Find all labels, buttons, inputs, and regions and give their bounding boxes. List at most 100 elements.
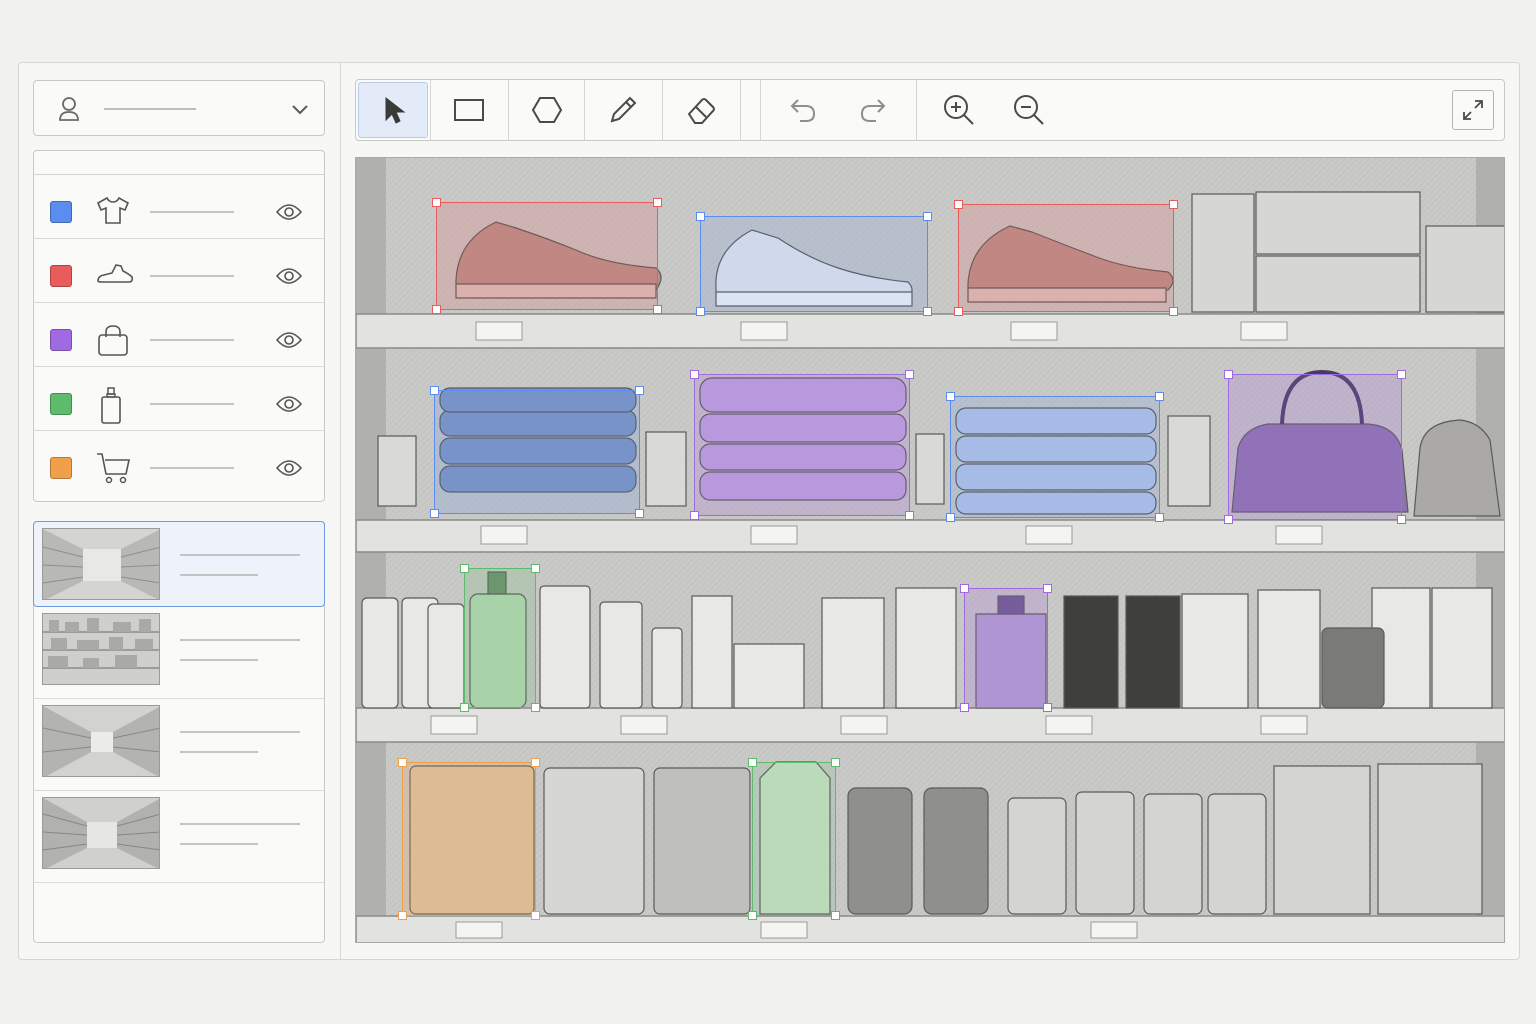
visibility-eye-icon[interactable] <box>275 330 303 355</box>
expand-icon <box>1463 100 1483 120</box>
resize-handle[interactable] <box>923 212 932 221</box>
bbox-cosmetics-2[interactable] <box>748 758 840 920</box>
thumbnail-subtitle-placeholder <box>180 843 258 845</box>
resize-handle[interactable] <box>831 758 840 767</box>
resize-handle[interactable] <box>748 911 757 920</box>
resize-handle[interactable] <box>960 584 969 593</box>
pencil-tool[interactable] <box>586 82 660 138</box>
resize-handle[interactable] <box>690 511 699 520</box>
bag-icon <box>96 323 130 362</box>
resize-handle[interactable] <box>690 370 699 379</box>
resize-handle[interactable] <box>696 212 705 221</box>
color-swatch-clothing[interactable] <box>50 201 72 223</box>
toolbar-divider <box>584 80 585 140</box>
resize-handle[interactable] <box>923 307 932 316</box>
resize-handle[interactable] <box>905 511 914 520</box>
color-swatch-grocery[interactable] <box>50 457 72 479</box>
label-name-placeholder <box>150 275 234 277</box>
resize-handle[interactable] <box>1169 200 1178 209</box>
resize-handle[interactable] <box>960 703 969 712</box>
visibility-eye-icon[interactable] <box>275 394 303 419</box>
bbox-grocery-1[interactable] <box>398 758 540 920</box>
bbox-bags-3[interactable] <box>960 584 1052 712</box>
resize-handle[interactable] <box>1397 515 1406 524</box>
fullscreen-button[interactable] <box>1452 90 1494 130</box>
visibility-eye-icon[interactable] <box>275 458 303 483</box>
resize-handle[interactable] <box>430 509 439 518</box>
bbox-cosmetics-1[interactable] <box>460 564 540 712</box>
bbox-bags-1[interactable] <box>690 370 914 520</box>
resize-handle[interactable] <box>1155 513 1164 522</box>
annotation-canvas[interactable] <box>355 157 1505 943</box>
cursor-arrow-icon <box>385 96 406 124</box>
toolbar-divider <box>662 80 663 140</box>
color-swatch-shoes[interactable] <box>50 265 72 287</box>
eraser-tool[interactable] <box>664 82 740 138</box>
label-classes-panel <box>33 150 325 502</box>
zoom-out-icon <box>1014 95 1044 125</box>
resize-handle[interactable] <box>1043 584 1052 593</box>
bbox-clothing-3[interactable] <box>946 392 1164 522</box>
visibility-eye-icon[interactable] <box>275 266 303 291</box>
resize-handle[interactable] <box>954 307 963 316</box>
bbox-bags-2[interactable] <box>1224 370 1406 524</box>
rectangle-tool[interactable] <box>432 82 506 138</box>
thumbnail-item-4[interactable] <box>34 791 324 883</box>
redo-button[interactable] <box>840 82 906 138</box>
resize-handle[interactable] <box>946 513 955 522</box>
visibility-eye-icon[interactable] <box>275 202 303 227</box>
bbox-shoes-1[interactable] <box>432 198 662 314</box>
resize-handle[interactable] <box>696 307 705 316</box>
thumbnail-item-2[interactable] <box>34 607 324 699</box>
resize-handle[interactable] <box>531 911 540 920</box>
resize-handle[interactable] <box>531 564 540 573</box>
undo-button[interactable] <box>770 82 836 138</box>
resize-handle[interactable] <box>531 703 540 712</box>
resize-handle[interactable] <box>1043 703 1052 712</box>
resize-handle[interactable] <box>635 386 644 395</box>
resize-handle[interactable] <box>531 758 540 767</box>
label-row-grocery[interactable] <box>34 431 324 495</box>
resize-handle[interactable] <box>398 758 407 767</box>
color-swatch-cosmetics[interactable] <box>50 393 72 415</box>
tshirt-icon <box>96 195 130 230</box>
image-thumbnail-list <box>33 521 325 943</box>
user-select-dropdown[interactable] <box>33 80 325 136</box>
resize-handle[interactable] <box>653 198 662 207</box>
label-row-bags[interactable] <box>34 303 324 367</box>
toolbar-divider <box>916 80 917 140</box>
label-row-clothing[interactable] <box>34 175 324 239</box>
resize-handle[interactable] <box>831 911 840 920</box>
polygon-tool[interactable] <box>510 82 584 138</box>
resize-handle[interactable] <box>748 758 757 767</box>
resize-handle[interactable] <box>946 392 955 401</box>
resize-handle[interactable] <box>460 703 469 712</box>
resize-handle[interactable] <box>432 305 441 314</box>
resize-handle[interactable] <box>432 198 441 207</box>
thumbnail-item-3[interactable] <box>34 699 324 791</box>
resize-handle[interactable] <box>460 564 469 573</box>
resize-handle[interactable] <box>1397 370 1406 379</box>
bbox-shoes-2[interactable] <box>954 200 1178 316</box>
label-row-cosmetics[interactable] <box>34 367 324 431</box>
resize-handle[interactable] <box>653 305 662 314</box>
zoom-out-button[interactable] <box>996 82 1062 138</box>
color-swatch-bags[interactable] <box>50 329 72 351</box>
resize-handle[interactable] <box>954 200 963 209</box>
thumbnail-item-1[interactable] <box>33 521 325 607</box>
bbox-clothing-2[interactable] <box>430 386 644 518</box>
bbox-clothing-1[interactable] <box>696 212 932 316</box>
select-tool[interactable] <box>358 82 428 138</box>
resize-handle[interactable] <box>905 370 914 379</box>
resize-handle[interactable] <box>1155 392 1164 401</box>
zoom-in-button[interactable] <box>926 82 992 138</box>
label-row-shoes[interactable] <box>34 239 324 303</box>
resize-handle[interactable] <box>1224 370 1233 379</box>
resize-handle[interactable] <box>398 911 407 920</box>
resize-handle[interactable] <box>430 386 439 395</box>
chevron-down-icon[interactable] <box>290 99 310 124</box>
resize-handle[interactable] <box>635 509 644 518</box>
redo-icon <box>860 99 886 122</box>
resize-handle[interactable] <box>1169 307 1178 316</box>
resize-handle[interactable] <box>1224 515 1233 524</box>
